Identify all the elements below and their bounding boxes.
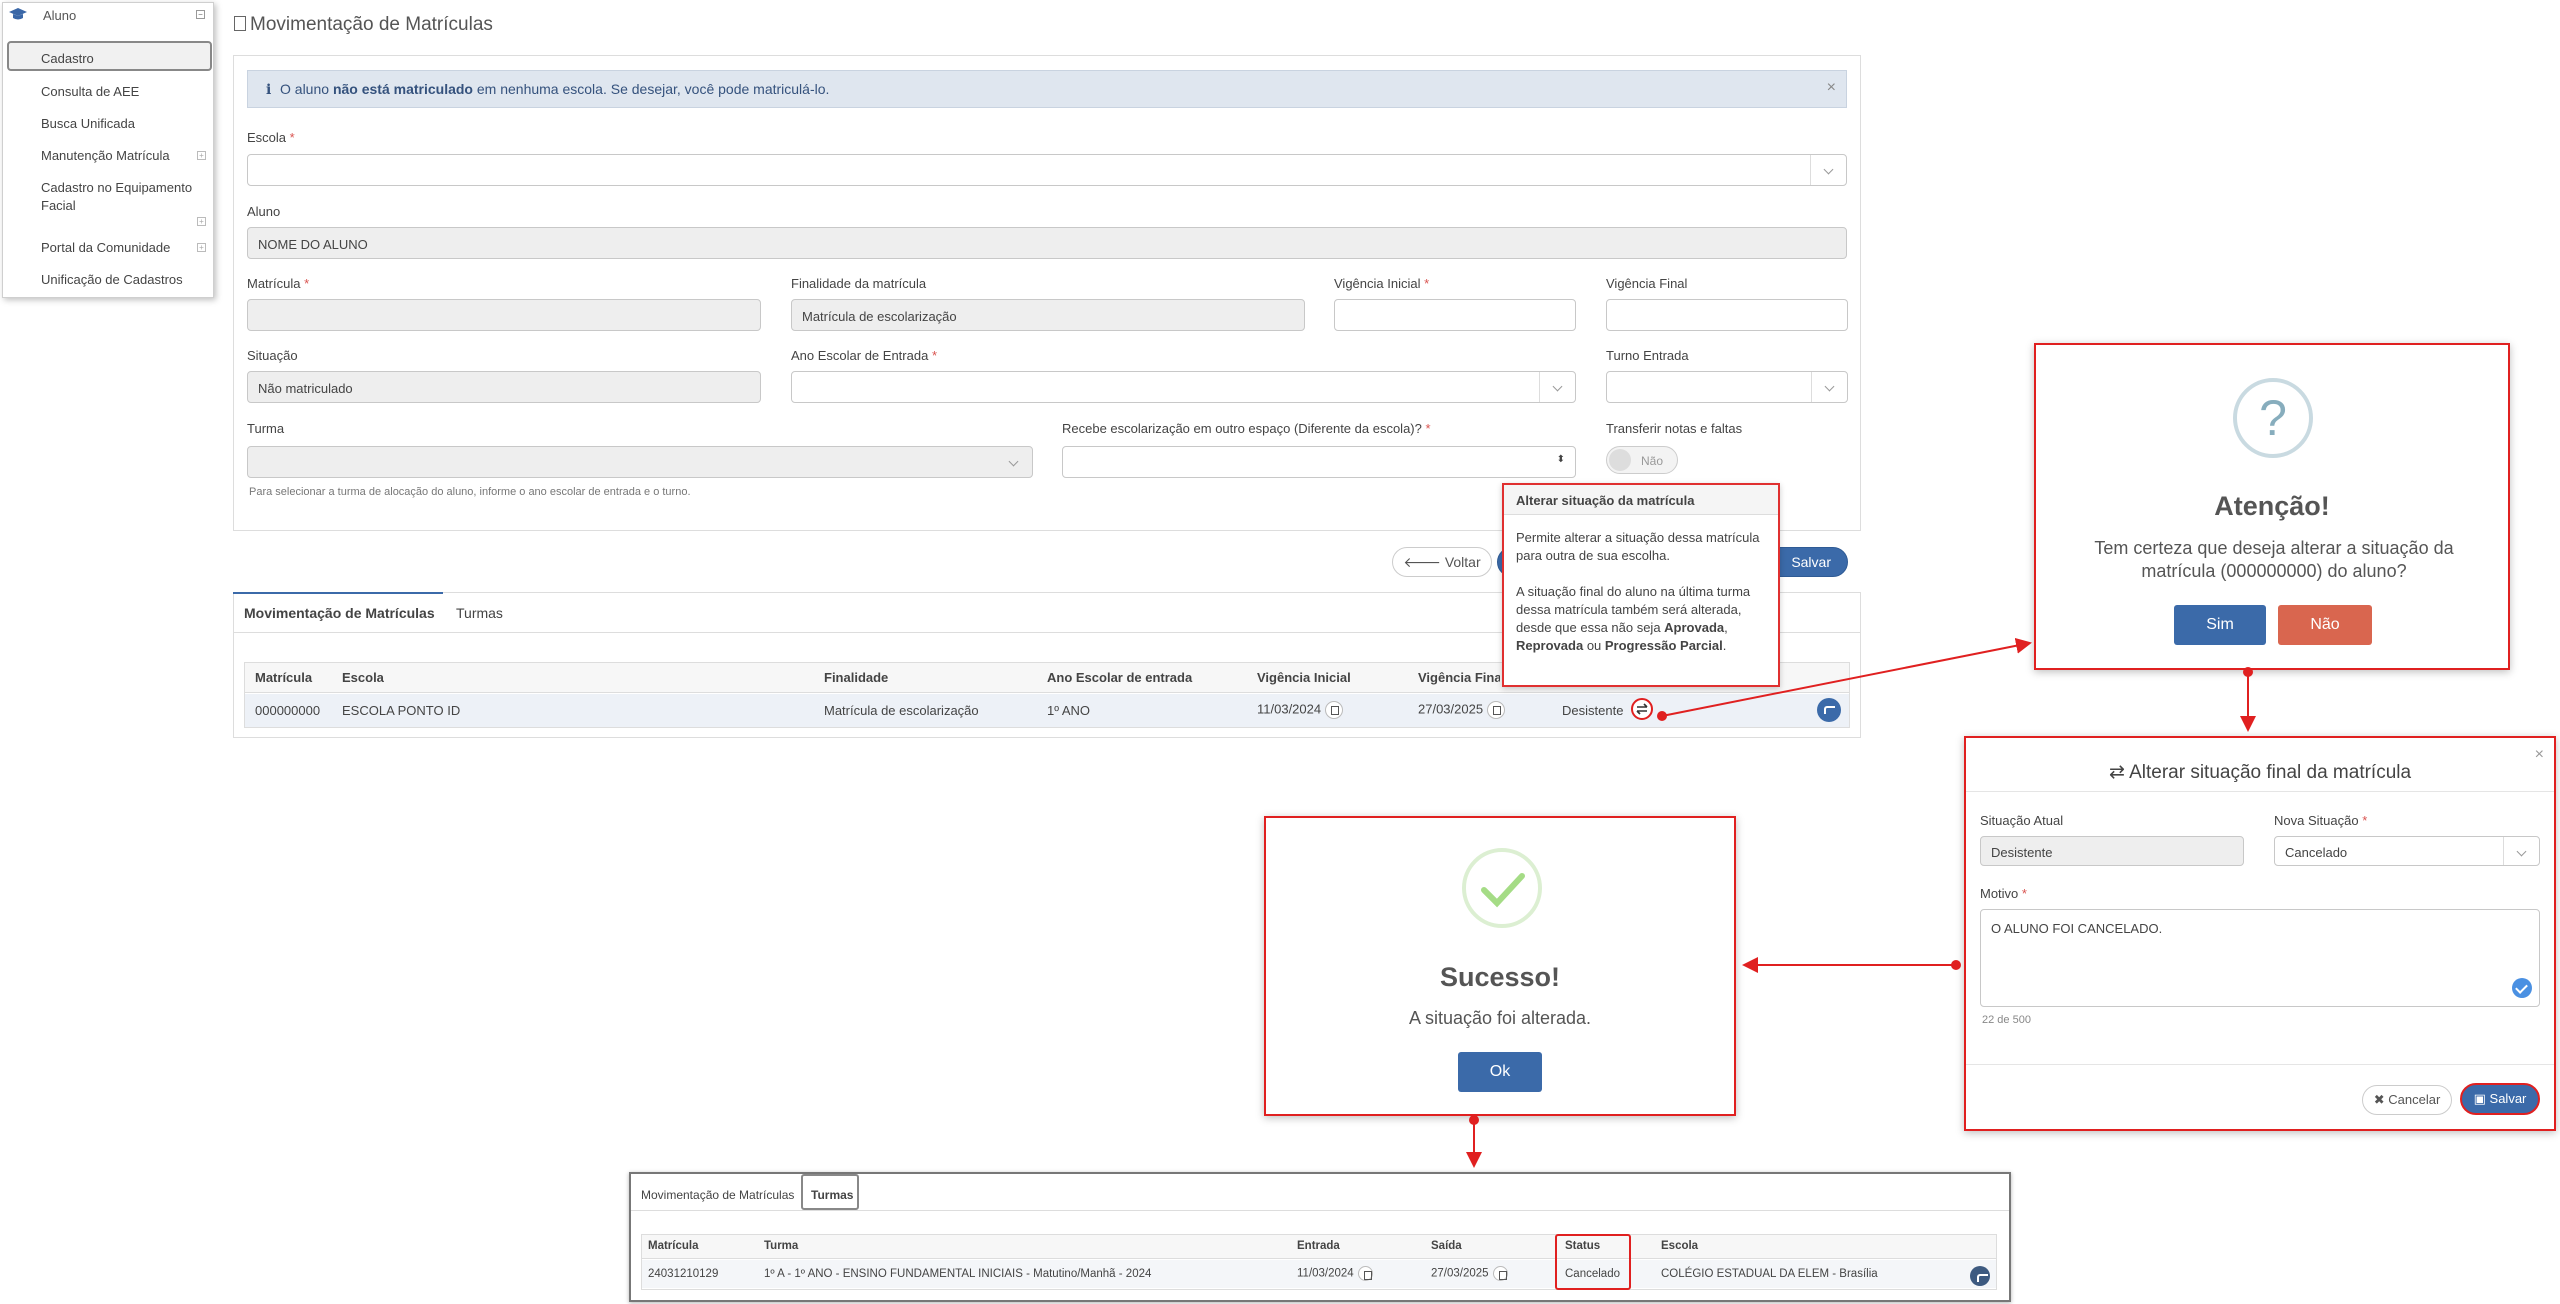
- flow-arrows: [1466, 637, 2256, 1168]
